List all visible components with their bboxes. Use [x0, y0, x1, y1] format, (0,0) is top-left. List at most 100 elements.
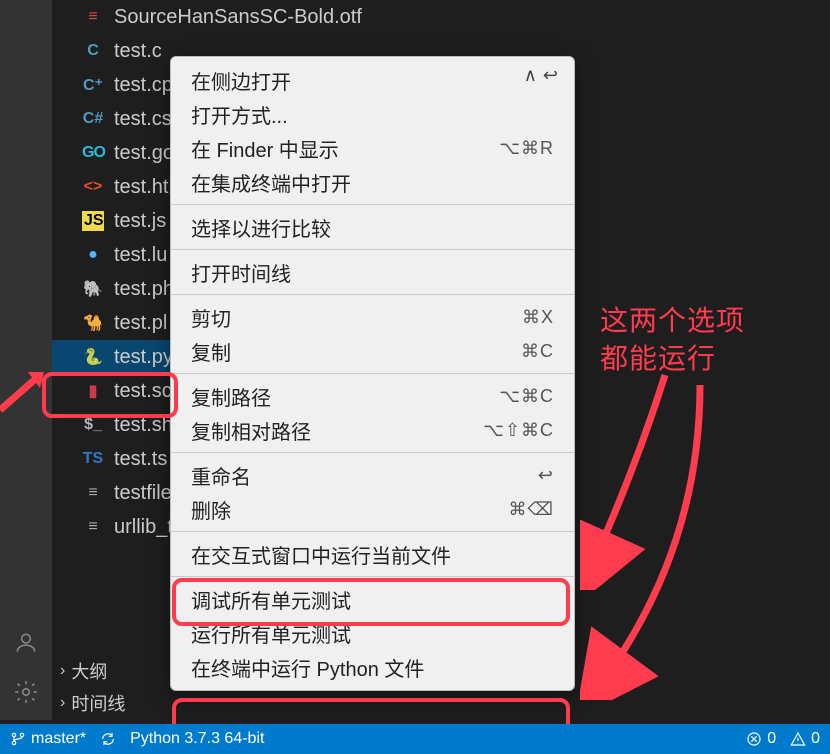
menu-separator — [171, 294, 574, 295]
menu-label: 运行所有单元测试 — [191, 619, 351, 648]
file-type-icon: ● — [82, 246, 104, 264]
menu-item[interactable]: 在交互式窗口中运行当前文件 — [171, 537, 574, 571]
menu-label: 剪切 — [191, 303, 231, 332]
file-type-icon: ▮ — [82, 381, 104, 401]
file-type-icon: <> — [82, 178, 104, 196]
file-type-icon: TS — [82, 450, 104, 468]
chevron-right-icon: › — [60, 662, 65, 680]
context-menu: ∧ ↩ 在侧边打开打开方式... 在 Finder 中显示 ⌥⌘R 在集成终端中打开选… — [170, 56, 575, 691]
menu-shortcut: ⌥⇧⌘C — [483, 420, 554, 441]
menu-shortcut: ⌥⌘R — [499, 138, 554, 159]
timeline-section[interactable]: › 时间线 — [52, 690, 125, 716]
menu-separator — [171, 452, 574, 453]
file-name: test.cp — [114, 74, 173, 97]
menu-shortcut: ⌘⌫ — [509, 499, 554, 520]
branch-icon — [10, 731, 26, 747]
file-name: test.ph — [114, 278, 174, 301]
annotation-line2: 都能运行 — [600, 340, 745, 378]
file-name: test.js — [114, 210, 166, 233]
menu-label: 在侧边打开 — [191, 66, 291, 95]
file-type-icon: 🐘 — [82, 279, 104, 299]
menu-shortcut: ⌥⌘C — [499, 386, 554, 407]
menu-item[interactable]: 复制路径 ⌥⌘C — [171, 379, 574, 413]
menu-shortcut: ⌘C — [521, 341, 554, 362]
annotation-line1: 这两个选项 — [600, 302, 745, 340]
file-name: test.sc — [114, 380, 172, 403]
python-label: Python 3.7.3 64-bit — [130, 730, 264, 748]
menu-separator — [171, 576, 574, 577]
file-type-icon: C# — [82, 110, 104, 128]
warning-icon — [790, 731, 806, 747]
menu-item[interactable]: 在集成终端中打开 — [171, 165, 574, 199]
menu-separator — [171, 249, 574, 250]
menu-label: 复制路径 — [191, 382, 271, 411]
activity-bar — [0, 0, 52, 720]
file-name: test.pl — [114, 312, 167, 335]
file-type-icon: ≡ — [82, 518, 104, 536]
file-name: test.cs — [114, 108, 172, 131]
menu-item[interactable]: 在侧边打开 — [171, 63, 574, 97]
settings-gear-icon[interactable] — [13, 679, 39, 710]
file-name: test.py — [114, 346, 173, 369]
menu-label: 删除 — [191, 495, 231, 524]
menu-item[interactable]: 运行所有单元测试 — [171, 616, 574, 650]
menu-item[interactable]: 在终端中运行 Python 文件 — [171, 650, 574, 684]
menu-shortcut: ⌘X — [522, 307, 554, 328]
menu-item[interactable]: 复制 ⌘C — [171, 334, 574, 368]
file-type-icon: GO — [82, 144, 104, 162]
errors-count[interactable]: 0 — [746, 730, 776, 748]
chevron-right-icon: › — [60, 694, 65, 712]
menu-item[interactable]: 删除 ⌘⌫ — [171, 492, 574, 526]
file-type-icon: ≡ — [82, 484, 104, 502]
menu-item[interactable]: 在 Finder 中显示 ⌥⌘R — [171, 131, 574, 165]
accounts-icon[interactable] — [13, 630, 39, 661]
menu-shortcut: ↩ — [538, 465, 554, 486]
menu-item[interactable]: 重命名 ↩ — [171, 458, 574, 492]
menu-item[interactable]: 打开方式... — [171, 97, 574, 131]
branch-name: master* — [31, 730, 86, 748]
file-name: test.sh — [114, 414, 173, 437]
menu-label: 打开时间线 — [191, 258, 291, 287]
file-name: test.go — [114, 142, 174, 165]
menu-label: 在集成终端中打开 — [191, 168, 351, 197]
file-name: SourceHanSansSC-Bold.otf — [114, 6, 362, 29]
menu-label: 打开方式... — [191, 100, 288, 129]
menu-label: 复制相对路径 — [191, 416, 311, 445]
file-row-SourceHanSansSC-Bold-otf[interactable]: ≡ SourceHanSansSC-Bold.otf — [52, 0, 472, 34]
menu-item[interactable]: 调试所有单元测试 — [171, 582, 574, 616]
menu-label: 在 Finder 中显示 — [191, 134, 339, 163]
file-name: test.lu — [114, 244, 167, 267]
arrow-to-interactive — [580, 370, 700, 590]
status-bar: master* Python 3.7.3 64-bit 0 0 — [0, 724, 830, 754]
python-interpreter[interactable]: Python 3.7.3 64-bit — [130, 730, 264, 748]
error-icon — [746, 731, 762, 747]
file-type-icon: 🐍 — [82, 347, 104, 367]
file-name: testfile — [114, 482, 172, 505]
menu-label: 重命名 — [191, 461, 251, 490]
menu-item[interactable]: 打开时间线 — [171, 255, 574, 289]
file-type-icon: JS — [82, 211, 104, 231]
menu-item[interactable]: 选择以进行比较 — [171, 210, 574, 244]
menu-item[interactable]: 剪切 ⌘X — [171, 300, 574, 334]
file-name: test.ts — [114, 448, 167, 471]
menu-separator — [171, 373, 574, 374]
file-type-icon: C⁺ — [82, 75, 104, 95]
menu-item[interactable]: 复制相对路径 ⌥⇧⌘C — [171, 413, 574, 447]
timeline-label: 时间线 — [71, 690, 125, 716]
menu-label: 复制 — [191, 337, 231, 366]
return-icon[interactable]: ↩ — [543, 65, 558, 86]
menu-label: 在交互式窗口中运行当前文件 — [191, 540, 451, 569]
file-name: test.ht — [114, 176, 168, 199]
sync-button[interactable] — [100, 731, 116, 747]
sync-icon — [100, 731, 116, 747]
menu-separator — [171, 531, 574, 532]
warnings-count[interactable]: 0 — [790, 730, 820, 748]
git-branch[interactable]: master* — [10, 730, 86, 748]
file-name: test.c — [114, 40, 162, 63]
caret-up-icon[interactable]: ∧ — [524, 65, 537, 86]
file-type-icon: ≡ — [82, 8, 104, 26]
outline-section[interactable]: › 大纲 — [52, 658, 107, 684]
menu-label: 在终端中运行 Python 文件 — [191, 653, 424, 682]
menu-label: 调试所有单元测试 — [191, 585, 351, 614]
annotation-text: 这两个选项 都能运行 — [600, 302, 745, 378]
